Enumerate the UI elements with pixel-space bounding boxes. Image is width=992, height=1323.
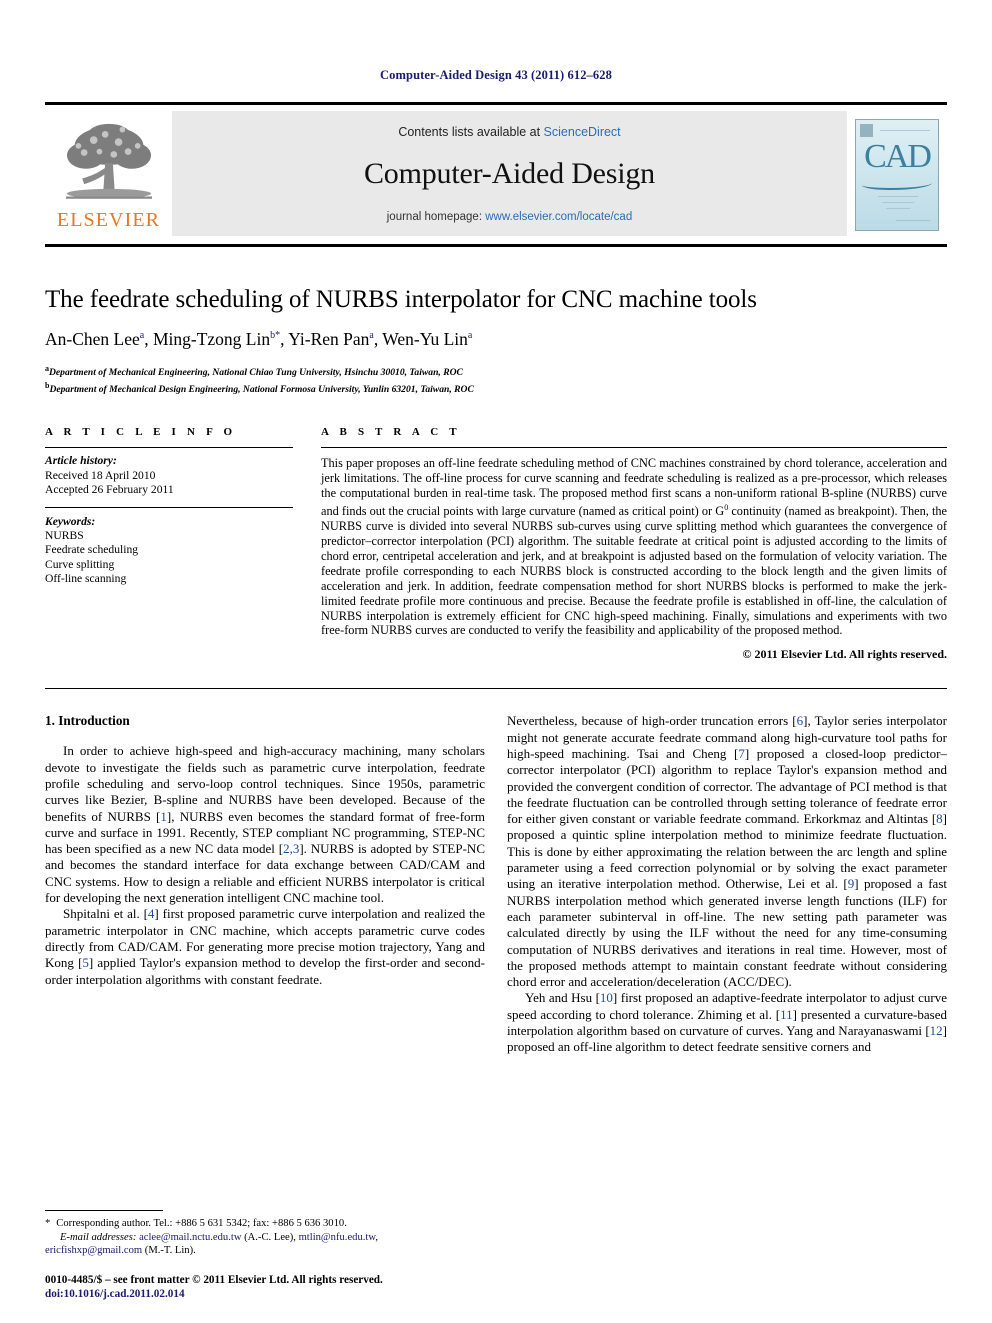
article-history-group: Article history: Received 18 April 2010 … <box>45 448 293 506</box>
paragraph: Nevertheless, because of high-order trun… <box>507 713 947 990</box>
masthead-center-panel: Contents lists available at ScienceDirec… <box>172 111 847 236</box>
email-comma: , <box>375 1231 378 1243</box>
keyword-item: Curve splitting <box>45 557 115 571</box>
keyword-item: NURBS <box>45 529 84 542</box>
author-affil-mark: a <box>369 330 374 342</box>
body-column-left: 1. Introduction In order to achieve high… <box>45 713 485 1055</box>
email-link-mtlin[interactable]: mtlin@nfu.edu.tw <box>299 1232 376 1243</box>
cover-top-line <box>880 129 930 131</box>
running-head: Computer-Aided Design 43 (2011) 612–628 <box>380 68 612 82</box>
email-link-aclee[interactable]: aclee@mail.nctu.edu.tw <box>139 1232 241 1243</box>
homepage-prefix: journal homepage: <box>386 210 486 223</box>
cover-cad-wordmark: CAD <box>864 137 932 175</box>
email-owner-2: (M.-T. Lin). <box>142 1244 196 1256</box>
doi-line[interactable]: doi:10.1016/j.cad.2011.02.014 <box>45 1287 485 1301</box>
paragraph: Yeh and Hsu [10] first proposed an adapt… <box>507 990 947 1055</box>
paper-page: Computer-Aided Design 43 (2011) 612–628 <box>0 0 992 1323</box>
issn-front-matter: 0010-4485/$ – see front matter © 2011 El… <box>45 1274 383 1286</box>
cover-swoosh-decoration <box>862 178 932 190</box>
abstract-copyright: © 2011 Elsevier Ltd. All rights reserved… <box>742 647 947 662</box>
author-affil-mark: a <box>139 330 145 342</box>
author-name: Wen-Yu Lin <box>382 329 468 349</box>
author-list: An-Chen Leea, Ming-Tzong Linb*, Yi-Ren P… <box>45 329 473 349</box>
keyword-item: Off-line scanning <box>45 572 127 586</box>
body-separator-rule <box>45 688 947 690</box>
body-column-right: Nevertheless, because of high-order trun… <box>507 713 947 1055</box>
asterisk-icon: * <box>45 1218 51 1230</box>
journal-cover-thumbnail: CAD <box>847 105 947 244</box>
contents-prefix: Contents lists available at <box>398 124 544 139</box>
article-info-column: A R T I C L E I N F O Article history: R… <box>45 426 293 662</box>
section-heading-introduction: 1. Introduction <box>45 713 130 729</box>
affiliation-a: aDepartment of Mechanical Engineering, N… <box>45 362 947 379</box>
keywords-label: Keywords: <box>45 514 96 528</box>
article-received-date: Received 18 April 2010 <box>45 468 156 482</box>
email-addresses-note: E-mail addresses: aclee@mail.nctu.edu.tw… <box>45 1231 485 1244</box>
journal-title: Computer-Aided Design <box>364 156 655 190</box>
abstract-column: A B S T R A C T This paper proposes an o… <box>321 426 947 662</box>
author-name: An-Chen Lee <box>45 329 140 349</box>
footnote-rule <box>45 1210 163 1212</box>
cover-subtitle-line-2 <box>882 201 914 203</box>
email-owner-1: (A.-C. Lee), <box>241 1231 299 1243</box>
email-link-ericfishxp[interactable]: ericfishxp@gmail.com <box>45 1245 142 1256</box>
journal-homepage-link[interactable]: www.elsevier.com/locate/cad <box>485 211 632 223</box>
cover-footer-line <box>896 219 930 221</box>
corresponding-author-note: * Corresponding author. Tel.: +886 5 631 … <box>45 1217 485 1230</box>
elsevier-logo: ELSEVIER <box>45 105 172 244</box>
abstract-text: This paper proposes an off-line feedrate… <box>321 456 948 638</box>
page-title: The feedrate scheduling of NURBS interpo… <box>45 286 757 313</box>
cover-subtitle-line-1 <box>878 195 918 197</box>
author-name: Yi-Ren Pan <box>288 329 370 349</box>
author-name: Ming-Tzong Lin <box>152 329 271 349</box>
masthead-bottom-rule <box>45 244 947 247</box>
journal-masthead: ELSEVIER Contents lists available at Sci… <box>45 102 947 244</box>
affiliation-text: Department of Mechanical Engineering, Na… <box>49 367 463 379</box>
info-abstract-row: A R T I C L E I N F O Article history: R… <box>45 426 947 662</box>
affiliation-b: bDepartment of Mechanical Design Enginee… <box>45 379 947 396</box>
author-affil-mark: b* <box>270 330 281 342</box>
intro-right-text: Nevertheless, because of high-order trun… <box>507 713 947 1055</box>
contents-available-line: Contents lists available at ScienceDirec… <box>398 125 620 139</box>
email-addresses-note-line2: ericfishxp@gmail.com (M.-T. Lin). <box>45 1244 485 1257</box>
keyword-item: Feedrate scheduling <box>45 543 139 557</box>
title-block: The feedrate scheduling of NURBS interpo… <box>45 286 947 396</box>
sciencedirect-link[interactable]: ScienceDirect <box>544 125 621 139</box>
corresponding-author-text: Corresponding author. Tel.: +886 5 631 5… <box>56 1218 347 1230</box>
cover-image: CAD <box>855 118 939 231</box>
article-accepted-date: Accepted 26 February 2011 <box>45 483 174 497</box>
article-info-heading: A R T I C L E I N F O <box>45 426 237 439</box>
article-history-label: Article history: <box>45 454 117 468</box>
paragraph: In order to achieve high-speed and high-… <box>45 743 485 906</box>
keywords-group: Keywords: NURBS Feedrate scheduling Curv… <box>45 508 293 596</box>
intro-left-text: In order to achieve high-speed and high-… <box>45 743 485 987</box>
cover-publisher-badge <box>860 123 873 137</box>
journal-homepage-line: journal homepage: www.elsevier.com/locat… <box>387 211 632 223</box>
footnote-area: * Corresponding author. Tel.: +886 5 631 … <box>45 1210 485 1301</box>
footnote-block: * Corresponding author. Tel.: +886 5 631 … <box>45 1217 485 1257</box>
paragraph: Shpitalni et al. [4] first proposed para… <box>45 906 486 987</box>
imprint-block: 0010-4485/$ – see front matter © 2011 El… <box>45 1273 485 1301</box>
cover-subtitle-line-3 <box>886 207 910 209</box>
email-label: E-mail addresses: <box>60 1231 137 1243</box>
affiliation-text: Department of Mechanical Design Engineer… <box>49 384 474 396</box>
author-affil-mark: a <box>467 330 473 342</box>
abstract-heading: A B S T R A C T <box>321 426 461 439</box>
body-columns: 1. Introduction In order to achieve high… <box>45 713 947 1055</box>
abstract-body: This paper proposes an off-line feedrate… <box>321 448 947 638</box>
elsevier-wordmark: ELSEVIER <box>56 209 161 231</box>
elsevier-tree-icon <box>65 123 152 199</box>
